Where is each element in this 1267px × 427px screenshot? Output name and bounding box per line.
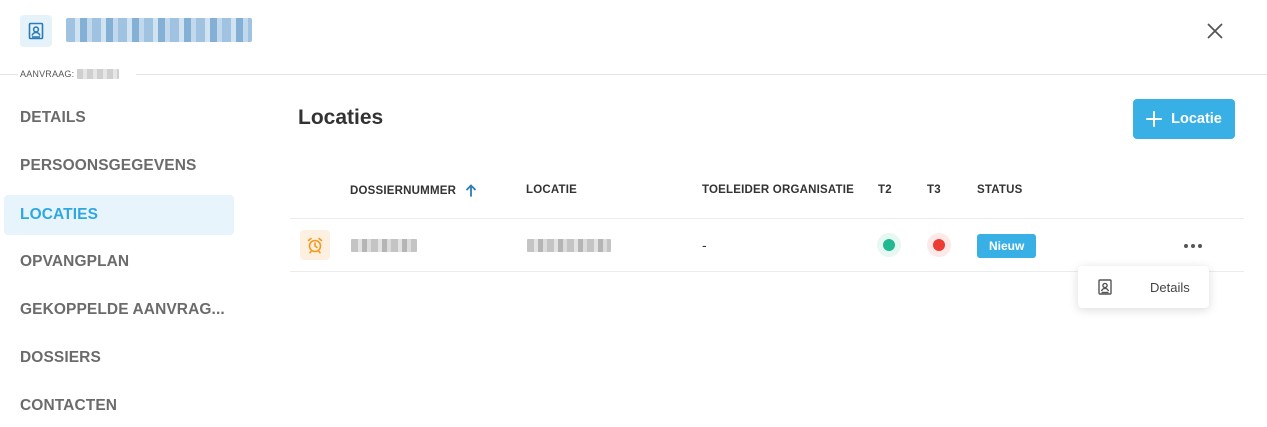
- page-title-redacted: [66, 18, 252, 42]
- dialog-header: [0, 0, 1267, 64]
- column-header-status[interactable]: STATUS: [977, 184, 1023, 196]
- sidebar-item-label: CONTACTEN: [20, 397, 118, 414]
- divider: [0, 74, 18, 75]
- contact-card-icon: [20, 15, 52, 47]
- sidebar-item-locaties[interactable]: LOCATIES: [4, 195, 234, 235]
- context-menu: Details: [1078, 266, 1209, 308]
- column-header-label: DOSSIERNUMMER: [350, 184, 457, 197]
- sidebar-item-contacten[interactable]: CONTACTEN: [4, 386, 234, 426]
- sidebar-item-dossiers[interactable]: DOSSIERS: [4, 338, 234, 378]
- more-dot: [1184, 244, 1188, 248]
- divider: [136, 74, 1267, 75]
- arrow-up-icon: [466, 184, 477, 197]
- sidebar-item-label: LOCATIES: [20, 206, 99, 223]
- column-header-locatie[interactable]: LOCATIE: [526, 184, 577, 196]
- more-dot: [1191, 244, 1195, 248]
- plus-icon: [1146, 111, 1163, 127]
- divider: [290, 218, 1244, 219]
- sidebar-item-persoonsgegevens[interactable]: PERSOONSGEGEVENS: [4, 146, 234, 186]
- column-header-label: LOCATIE: [526, 184, 578, 196]
- close-icon: [1207, 23, 1223, 39]
- aanvraag-label: AANVRAAG:: [20, 69, 128, 79]
- alarm-clock-icon: [300, 230, 330, 260]
- sidebar-item-label: PERSOONSGEGEVENS: [20, 157, 197, 174]
- locatie-redacted: [527, 239, 611, 252]
- sidebar-item-gekoppelde-aanvragen[interactable]: GEKOPPELDE AANVRAG...: [4, 290, 234, 330]
- section-title: Locaties: [298, 106, 384, 129]
- status-badge: Nieuw: [977, 234, 1037, 258]
- add-locatie-button[interactable]: Locatie: [1133, 99, 1235, 139]
- column-header-t2[interactable]: T2: [878, 184, 892, 196]
- close-button[interactable]: [1200, 16, 1230, 46]
- toeleider-value: -: [702, 237, 707, 253]
- t2-status-indicator: [877, 233, 901, 257]
- more-dot: [1198, 244, 1202, 248]
- menu-item-details[interactable]: Details: [1078, 266, 1209, 308]
- more-options-button[interactable]: [1180, 234, 1206, 258]
- aanvraag-number-redacted: [77, 69, 120, 79]
- sidebar-item-label: OPVANGPLAN: [20, 253, 130, 270]
- column-header-t3[interactable]: T3: [927, 184, 941, 196]
- sidebar-item-label: GEKOPPELDE AANVRAG...: [20, 301, 225, 318]
- column-header-label: TOELEIDER ORGANISATIE: [702, 184, 855, 196]
- column-header-label: T3: [927, 184, 941, 196]
- column-header-toeleider-organisatie[interactable]: TOELEIDER ORGANISATIE: [702, 184, 854, 196]
- contact-card-icon: [1098, 279, 1112, 295]
- menu-item-label: Details: [1150, 280, 1190, 295]
- sidebar-item-opvangplan[interactable]: OPVANGPLAN: [4, 242, 234, 282]
- column-header-dossiernummer[interactable]: DOSSIERNUMMER: [350, 184, 477, 197]
- dossiernummer-redacted: [351, 239, 417, 252]
- column-header-label: T2: [878, 184, 892, 196]
- column-header-label: STATUS: [977, 184, 1023, 196]
- add-locatie-label: Locatie: [1171, 111, 1222, 127]
- sidebar-item-details[interactable]: DETAILS: [4, 98, 234, 138]
- aanvraag-label-text: AANVRAAG:: [20, 69, 75, 79]
- t3-status-indicator: [927, 233, 951, 257]
- sidebar-item-label: DOSSIERS: [20, 349, 101, 366]
- sidebar-item-label: DETAILS: [20, 109, 86, 126]
